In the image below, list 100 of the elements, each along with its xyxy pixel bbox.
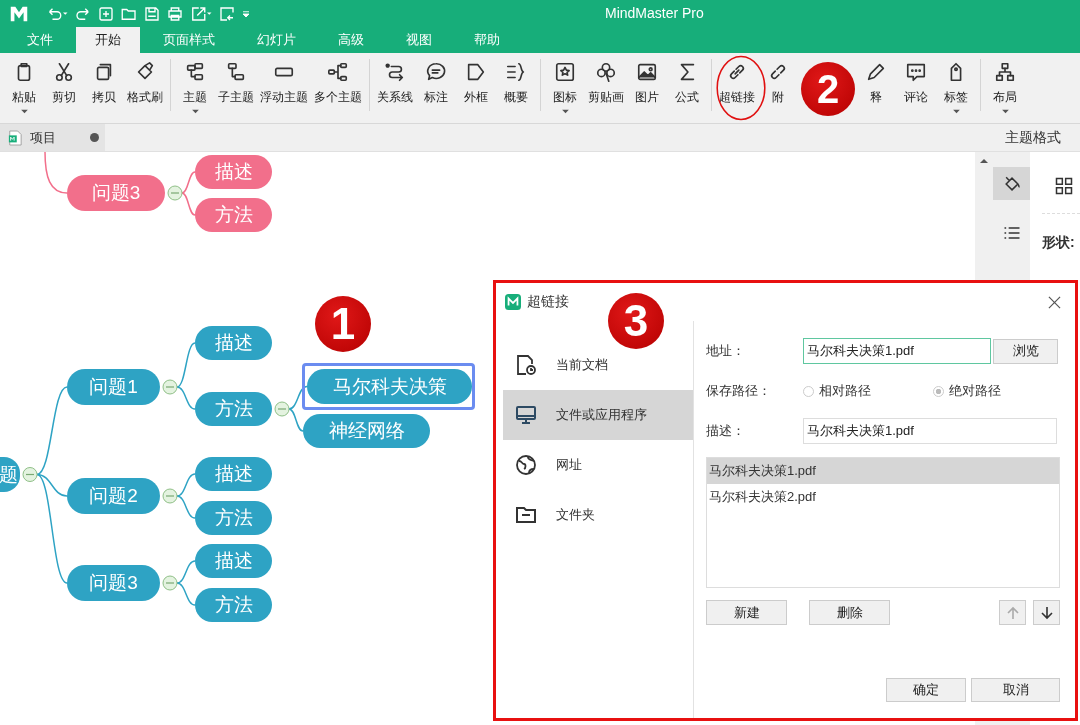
- radio-label: 绝对路径: [949, 382, 1001, 400]
- tab-label: 项目: [30, 128, 56, 147]
- connector-line: [288, 408, 304, 432]
- address-label: 地址：: [706, 342, 746, 360]
- speech-bubble-icon: [425, 61, 447, 83]
- menu-tab[interactable]: 开始: [76, 27, 140, 53]
- toolbar-button[interactable]: 子主题: [215, 53, 257, 123]
- mindmap-file-icon: [8, 129, 22, 146]
- new-file-icon[interactable]: [97, 4, 115, 23]
- ok-button[interactable]: 确定: [886, 678, 966, 702]
- toolbar-button[interactable]: 图标: [545, 53, 585, 123]
- category-item[interactable]: 网址: [503, 440, 693, 490]
- globe-icon: [514, 453, 538, 477]
- delete-button[interactable]: 删除: [809, 600, 890, 625]
- caret-icon: [190, 109, 200, 114]
- subtopic-icon: [225, 61, 247, 83]
- save-path-label: 保存路径：: [706, 382, 772, 400]
- up-arrow-icon: [1005, 605, 1020, 620]
- scroll-up-icon[interactable]: [979, 158, 989, 164]
- connector-line: [44, 152, 68, 194]
- toolbar-button[interactable]: 标签: [936, 53, 976, 123]
- boundary-icon: [465, 61, 487, 83]
- connector-line: [176, 473, 196, 497]
- export-icon[interactable]: [189, 4, 213, 23]
- radio-label: 相对路径: [819, 382, 871, 400]
- path-radio[interactable]: 相对路径: [803, 382, 893, 400]
- toolbar-button[interactable]: 图片: [627, 53, 667, 123]
- shape-label: 形状:: [1042, 234, 1076, 252]
- star-frame-icon: [554, 61, 576, 83]
- toolbar-button[interactable]: 剪切: [44, 53, 84, 123]
- path-radio[interactable]: 绝对路径: [933, 382, 1023, 400]
- caret-icon: [19, 109, 29, 114]
- file-list-item[interactable]: 马尔科夫决策1.pdf: [707, 458, 1059, 484]
- monitor-icon: [514, 403, 538, 427]
- move-down-button[interactable]: [1033, 600, 1060, 625]
- collapse-toggle-icon[interactable]: [22, 467, 38, 482]
- collapse-toggle-icon[interactable]: [274, 401, 290, 417]
- file-list-item[interactable]: 马尔科夫决策2.pdf: [707, 484, 1059, 510]
- description-label: 描述：: [706, 422, 746, 440]
- toolbar-button[interactable]: 粘贴: [4, 53, 44, 123]
- image-icon: [636, 61, 658, 83]
- toolbar-button[interactable]: 公式: [667, 53, 707, 123]
- save-icon[interactable]: [143, 4, 161, 23]
- clover-icon: [595, 61, 617, 83]
- toolbar-button[interactable]: 外框: [456, 53, 496, 123]
- topic-icon: [184, 61, 206, 83]
- connector-line: [288, 385, 308, 410]
- cancel-button[interactable]: 取消: [971, 678, 1060, 702]
- hierarchy-icon: [994, 61, 1016, 83]
- connector-line: [181, 171, 196, 194]
- toolbar-button[interactable]: 多个主题: [311, 53, 365, 123]
- style-tab[interactable]: [993, 167, 1030, 200]
- caret-icon: [560, 109, 570, 114]
- new-button[interactable]: 新建: [706, 600, 787, 625]
- toolbar-button[interactable]: 附: [758, 53, 798, 123]
- connector-line: [176, 560, 196, 584]
- collapse-toggle-icon[interactable]: [162, 575, 178, 591]
- step-number-badge: 2: [801, 62, 855, 116]
- toolbar-button[interactable]: 关系线: [374, 53, 416, 123]
- comment-icon: [905, 61, 927, 83]
- connector-line: [181, 192, 196, 216]
- toolbar-button[interactable]: 布局: [985, 53, 1025, 123]
- radio-icon[interactable]: [933, 385, 944, 397]
- address-field[interactable]: 马尔科夫决策1.pdf: [803, 338, 991, 364]
- layout-grid-icon[interactable]: [1054, 176, 1074, 196]
- panel-title: 主题格式: [1005, 128, 1061, 147]
- dialog-title: 超链接: [527, 293, 570, 311]
- toolbar-button[interactable]: 剪贴画: [585, 53, 627, 123]
- caret-icon: [1000, 109, 1010, 114]
- relation-line-icon: [384, 61, 406, 83]
- app-logo-icon: [505, 294, 521, 310]
- document-clock-icon: [514, 353, 538, 377]
- window-title: MindMaster Pro: [605, 5, 704, 21]
- summary-icon: [505, 61, 527, 83]
- toolbar-button[interactable]: 释: [856, 53, 896, 123]
- connector-line: [176, 582, 196, 606]
- caret-icon: [951, 109, 961, 114]
- share-icon[interactable]: [218, 4, 236, 23]
- nodes-icon: [327, 61, 349, 83]
- collapse-toggle-icon[interactable]: [167, 185, 183, 201]
- toolbar-button[interactable]: 概要: [496, 53, 536, 123]
- toolbar-button[interactable]: 浮动主题: [257, 53, 311, 123]
- toolbar-button[interactable]: 拷贝: [84, 53, 124, 123]
- category-item[interactable]: 文件或应用程序: [503, 390, 693, 440]
- browse-button[interactable]: 浏览: [993, 338, 1058, 364]
- close-icon[interactable]: [1048, 295, 1061, 309]
- collapse-toggle-icon[interactable]: [162, 488, 178, 504]
- down-arrow-icon: [1039, 605, 1054, 620]
- collapse-toggle-icon[interactable]: [162, 379, 178, 395]
- category-item[interactable]: 文件夹: [503, 490, 693, 540]
- toolbar-button[interactable]: 格式刷: [124, 53, 166, 123]
- scissors-icon: [53, 61, 75, 83]
- toolbar-button[interactable]: 主题: [175, 53, 215, 123]
- description-field[interactable]: 马尔科夫决策1.pdf: [803, 418, 1057, 444]
- pencil-icon: [865, 61, 887, 83]
- toolbar-button[interactable]: 标注: [416, 53, 456, 123]
- document-tab[interactable]: 项目: [0, 124, 105, 151]
- toolbar-button[interactable]: 评论: [896, 53, 936, 123]
- print-icon[interactable]: [166, 4, 184, 23]
- connector-line: [176, 495, 196, 519]
